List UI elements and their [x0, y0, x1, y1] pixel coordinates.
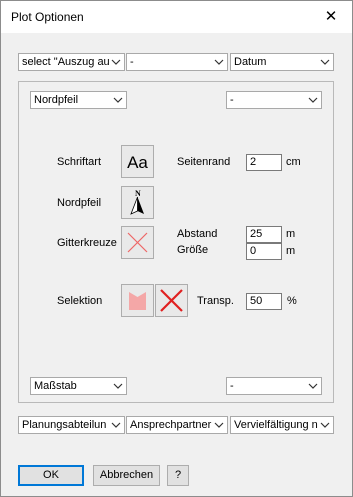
- cancel-button[interactable]: Abbrechen: [93, 465, 160, 486]
- chevron-down-icon: [308, 97, 318, 103]
- selection-color-button[interactable]: [121, 284, 154, 317]
- font-button[interactable]: Aa: [121, 145, 154, 178]
- title-bar: Plot Optionen ✕: [1, 1, 352, 33]
- top-right-select-value: -: [230, 94, 234, 106]
- size-label: Größe: [177, 244, 209, 256]
- size-input[interactable]: 0: [246, 243, 282, 260]
- font-label: Schriftart: [57, 156, 102, 168]
- chevron-down-icon: [320, 59, 330, 65]
- chevron-down-icon: [308, 383, 318, 389]
- header-select-right[interactable]: Datum: [230, 53, 334, 71]
- transparency-input[interactable]: 50: [246, 293, 282, 310]
- ok-button[interactable]: OK: [18, 465, 84, 486]
- selection-clear-button[interactable]: [155, 284, 188, 317]
- cross-icon: [127, 232, 148, 253]
- bottom-right-select[interactable]: -: [226, 377, 322, 395]
- transparency-label: Transp.: [197, 295, 234, 307]
- margin-label: Seitenrand: [177, 156, 231, 168]
- chevron-down-icon: [111, 422, 121, 428]
- chevron-down-icon: [111, 59, 121, 65]
- north-arrow-select-value: Nordpfeil: [34, 94, 79, 106]
- chevron-down-icon: [113, 383, 123, 389]
- footer-select-middle-value: Ansprechpartner: [130, 419, 212, 431]
- spacing-unit: m: [286, 228, 296, 240]
- header-select-left[interactable]: select "Auszug au: [18, 53, 125, 71]
- selection-swatch-icon: [129, 292, 146, 310]
- footer-select-right-value: Vervielfältigung n: [234, 419, 318, 431]
- window-title: Plot Optionen: [11, 10, 84, 24]
- chevron-down-icon: [214, 422, 224, 428]
- size-unit: m: [286, 245, 296, 257]
- scale-select-value: Maßstab: [34, 380, 77, 392]
- bottom-right-select-value: -: [230, 380, 234, 392]
- header-select-right-value: Datum: [234, 56, 267, 68]
- header-select-middle[interactable]: -: [126, 53, 228, 71]
- map-elements-panel: Nordpfeil - Schriftart Aa Seitenrand 2 c…: [18, 81, 334, 403]
- top-right-select[interactable]: -: [226, 91, 322, 109]
- transparency-unit: %: [287, 295, 297, 307]
- grid-crosses-label: Gitterkreuze: [57, 237, 117, 249]
- red-cross-icon: [160, 289, 183, 312]
- footer-select-right[interactable]: Vervielfältigung n: [230, 416, 334, 434]
- help-button[interactable]: ?: [167, 465, 189, 486]
- footer-select-middle[interactable]: Ansprechpartner: [126, 416, 228, 434]
- chevron-down-icon: [214, 59, 224, 65]
- north-arrow-select[interactable]: Nordpfeil: [30, 91, 127, 109]
- north-arrow-label: Nordpfeil: [57, 197, 102, 209]
- footer-select-left[interactable]: Planungsabteilun: [18, 416, 125, 434]
- chevron-down-icon: [320, 422, 330, 428]
- north-arrow-glyph: N: [135, 189, 141, 198]
- chevron-down-icon: [113, 97, 123, 103]
- scale-select[interactable]: Maßstab: [30, 377, 127, 395]
- selection-label: Selektion: [57, 295, 103, 307]
- font-icon: Aa: [127, 153, 148, 172]
- grid-crosses-button[interactable]: [121, 226, 154, 259]
- plot-options-dialog: Plot Optionen ✕ select "Auszug au - Datu…: [0, 0, 353, 497]
- spacing-label: Abstand: [177, 228, 218, 240]
- north-arrow-button[interactable]: N: [121, 186, 154, 219]
- north-arrow-icon: N: [130, 189, 144, 215]
- close-icon[interactable]: ✕: [310, 1, 352, 33]
- header-select-middle-value: -: [130, 56, 134, 68]
- margin-unit: cm: [286, 156, 301, 168]
- margin-input[interactable]: 2: [246, 154, 282, 171]
- spacing-input[interactable]: 25: [246, 226, 282, 243]
- header-select-left-value: select "Auszug au: [22, 56, 110, 68]
- footer-select-left-value: Planungsabteilun: [22, 419, 107, 431]
